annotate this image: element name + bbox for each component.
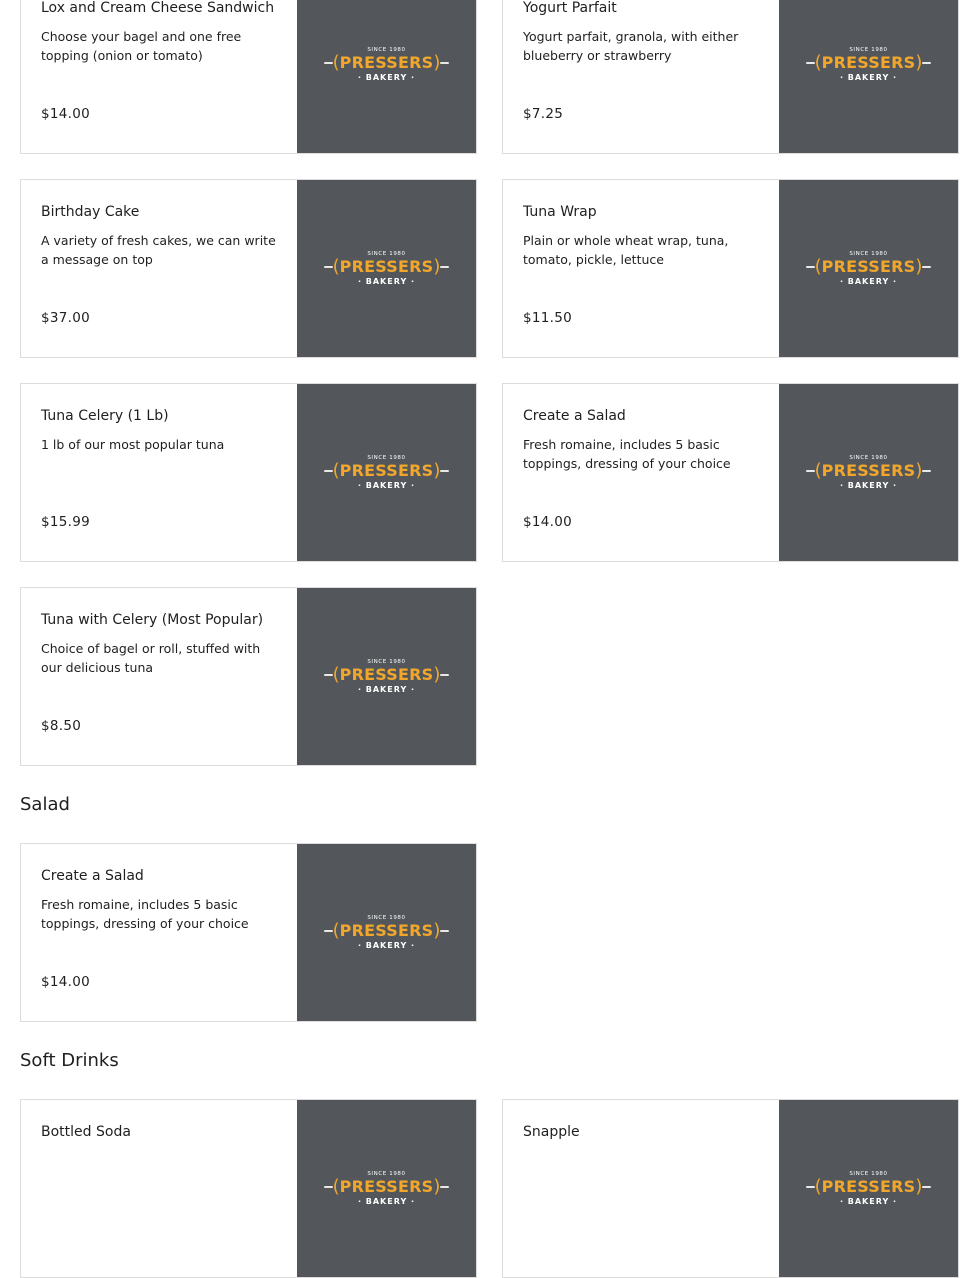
- logo-brand-text: PRESSERS: [339, 257, 434, 276]
- item-image: SINCE 1980 ( PRESSERS ) · BAKERY ·: [779, 0, 958, 153]
- item-image: SINCE 1980 ( PRESSERS ) · BAKERY ·: [297, 588, 476, 765]
- item-image: SINCE 1980 ( PRESSERS ) · BAKERY ·: [297, 1100, 476, 1277]
- menu-item-card[interactable]: Create a Salad Fresh romaine, includes 5…: [20, 843, 477, 1022]
- item-description: 1 lb of our most popular tuna: [41, 437, 225, 452]
- menu-item-card[interactable]: Tuna with Celery (Most Popular) Choice o…: [20, 587, 477, 766]
- item-name: Snapple: [523, 1124, 580, 1140]
- logo-brand-text: PRESSERS: [339, 665, 434, 684]
- menu-item-card[interactable]: Snapple SINCE 1980 ( PRESSERS ) · BAKERY…: [502, 1099, 959, 1278]
- pressers-bakery-logo: SINCE 1980 ( PRESSERS ) · BAKERY ·: [805, 1170, 932, 1207]
- item-price: $8.50: [41, 718, 82, 734]
- item-description: Fresh romaine, includes 5 basic toppings…: [523, 437, 731, 471]
- item-description: Choice of bagel or roll, stuffed with ou…: [41, 641, 261, 675]
- pressers-bakery-logo: SINCE 1980 ( PRESSERS ) · BAKERY ·: [323, 454, 450, 491]
- item-price: $14.00: [523, 514, 573, 530]
- menu-item-card[interactable]: Lox and Cream Cheese Sandwich Choose you…: [20, 0, 477, 154]
- pressers-bakery-logo: SINCE 1980 ( PRESSERS ) · BAKERY ·: [323, 1170, 450, 1207]
- logo-brand-text: PRESSERS: [339, 461, 434, 480]
- logo-brand-text: PRESSERS: [821, 1177, 916, 1196]
- logo-sub-text: · BAKERY ·: [357, 481, 416, 490]
- pressers-bakery-logo: SINCE 1980 ( PRESSERS ) · BAKERY ·: [805, 46, 932, 83]
- menu-item-card[interactable]: Tuna Celery (1 Lb) 1 lb of our most popu…: [20, 383, 477, 562]
- pressers-bakery-logo: SINCE 1980 ( PRESSERS ) · BAKERY ·: [805, 454, 932, 491]
- logo-since-text: SINCE 1980: [849, 1171, 888, 1177]
- logo-sub-text: · BAKERY ·: [839, 481, 898, 490]
- menu-item-card[interactable]: Bottled Soda SINCE 1980 ( PRESSERS ) · B…: [20, 1099, 477, 1278]
- logo-since-text: SINCE 1980: [367, 1171, 406, 1177]
- logo-sub-text: · BAKERY ·: [357, 685, 416, 694]
- menu-item-card[interactable]: Create a Salad Fresh romaine, includes 5…: [502, 383, 959, 562]
- item-name: Tuna Celery (1 Lb): [41, 408, 169, 424]
- menu-item-card[interactable]: Tuna Wrap Plain or whole wheat wrap, tun…: [502, 179, 959, 358]
- item-name: Create a Salad: [41, 868, 144, 884]
- pressers-bakery-logo: SINCE 1980 ( PRESSERS ) · BAKERY ·: [323, 658, 450, 695]
- item-name: Tuna Wrap: [523, 204, 597, 220]
- item-price: $14.00: [41, 106, 91, 122]
- item-description: Choose your bagel and one free topping (…: [41, 29, 242, 63]
- pressers-bakery-logo: SINCE 1980 ( PRESSERS ) · BAKERY ·: [323, 46, 450, 83]
- item-image: SINCE 1980 ( PRESSERS ) · BAKERY ·: [779, 180, 958, 357]
- item-name: Birthday Cake: [41, 204, 140, 220]
- logo-sub-text: · BAKERY ·: [357, 73, 416, 82]
- logo-sub-text: · BAKERY ·: [357, 277, 416, 286]
- logo-brand-text: PRESSERS: [339, 53, 434, 72]
- logo-sub-text: · BAKERY ·: [357, 1197, 416, 1206]
- item-description: Fresh romaine, includes 5 basic toppings…: [41, 897, 249, 931]
- item-image: SINCE 1980 ( PRESSERS ) · BAKERY ·: [297, 844, 476, 1021]
- item-price: $37.00: [41, 310, 91, 326]
- item-name: Bottled Soda: [41, 1124, 131, 1140]
- item-description: Yogurt parfait, granola, with either blu…: [523, 29, 739, 63]
- logo-brand-text: PRESSERS: [339, 1177, 434, 1196]
- item-image: SINCE 1980 ( PRESSERS ) · BAKERY ·: [779, 384, 958, 561]
- item-description: A variety of fresh cakes, we can write a…: [41, 233, 276, 267]
- section-title-soft-drinks: Soft Drinks: [20, 1050, 119, 1071]
- pressers-bakery-logo: SINCE 1980 ( PRESSERS ) · BAKERY ·: [805, 250, 932, 287]
- item-price: $7.25: [523, 106, 564, 122]
- item-name: Create a Salad: [523, 408, 626, 424]
- section-title-salad: Salad: [20, 794, 70, 815]
- logo-brand-text: PRESSERS: [821, 53, 916, 72]
- pressers-bakery-logo: SINCE 1980 ( PRESSERS ) · BAKERY ·: [323, 250, 450, 287]
- item-price: $14.00: [41, 974, 91, 990]
- logo-sub-text: · BAKERY ·: [357, 941, 416, 950]
- item-price: $11.50: [523, 310, 573, 326]
- item-price: $15.99: [41, 514, 91, 530]
- pressers-bakery-logo: SINCE 1980 ( PRESSERS ) · BAKERY ·: [323, 914, 450, 951]
- item-image: SINCE 1980 ( PRESSERS ) · BAKERY ·: [779, 1100, 958, 1277]
- item-name: Tuna with Celery (Most Popular): [41, 612, 264, 628]
- menu-item-card[interactable]: Yogurt Parfait Yogurt parfait, granola, …: [502, 0, 959, 154]
- logo-sub-text: · BAKERY ·: [839, 277, 898, 286]
- menu-item-card[interactable]: Birthday Cake A variety of fresh cakes, …: [20, 179, 477, 358]
- logo-sub-text: · BAKERY ·: [839, 1197, 898, 1206]
- item-image: SINCE 1980 ( PRESSERS ) · BAKERY ·: [297, 0, 476, 153]
- item-image: SINCE 1980 ( PRESSERS ) · BAKERY ·: [297, 180, 476, 357]
- logo-sub-text: · BAKERY ·: [839, 73, 898, 82]
- item-description: Plain or whole wheat wrap, tuna, tomato,…: [523, 233, 729, 267]
- item-name: Yogurt Parfait: [523, 0, 617, 16]
- logo-brand-text: PRESSERS: [821, 257, 916, 276]
- logo-brand-text: PRESSERS: [339, 921, 434, 940]
- item-image: SINCE 1980 ( PRESSERS ) · BAKERY ·: [297, 384, 476, 561]
- item-name: Lox and Cream Cheese Sandwich: [41, 0, 275, 16]
- logo-brand-text: PRESSERS: [821, 461, 916, 480]
